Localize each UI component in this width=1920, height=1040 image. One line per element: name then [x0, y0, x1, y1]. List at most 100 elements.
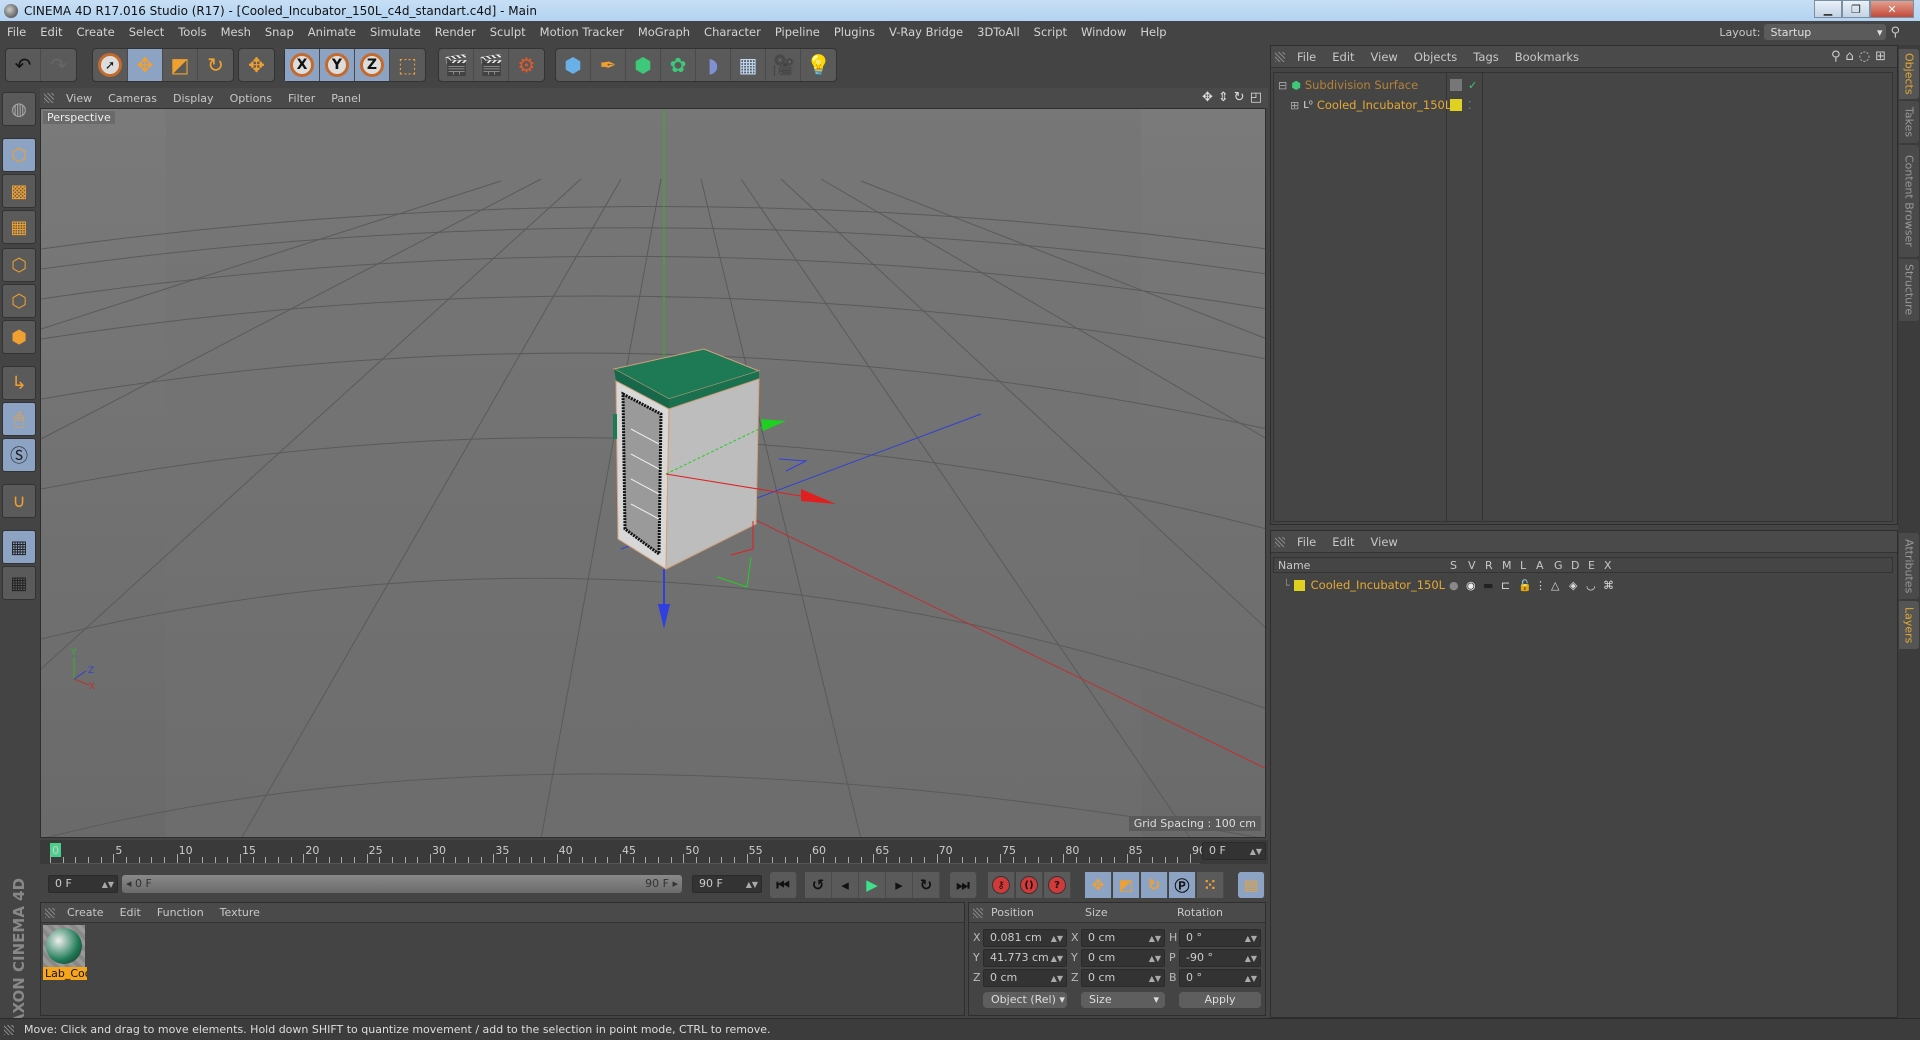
column-deformers[interactable]: D: [1571, 559, 1579, 572]
layer-color-swatch[interactable]: [1293, 579, 1305, 591]
undo-icon[interactable]: ↶: [6, 49, 41, 81]
solo-icon[interactable]: Ⓢ: [2, 438, 36, 472]
select-arrow-icon[interactable]: ➚: [93, 49, 128, 81]
menu-mograph[interactable]: MoGraph: [631, 25, 697, 39]
model-mode-icon[interactable]: ⬡: [2, 138, 36, 172]
apply-button[interactable]: Apply: [1179, 992, 1261, 1008]
key-rotation-toggle[interactable]: ↻: [1141, 872, 1168, 898]
panel-grip[interactable]: [973, 907, 983, 918]
viewport-menu-filter[interactable]: Filter: [280, 92, 323, 105]
column-view[interactable]: V: [1468, 559, 1476, 572]
animation-icon[interactable]: ⋮: [1535, 579, 1546, 592]
menu-motion-tracker[interactable]: Motion Tracker: [533, 25, 631, 39]
texture-mode-icon[interactable]: ▩: [2, 174, 36, 208]
clapper-icon[interactable]: ▬: [1483, 579, 1493, 592]
menu-3dtoall[interactable]: 3DToAll: [970, 25, 1027, 39]
objects-menu-bookmarks[interactable]: Bookmarks: [1507, 50, 1587, 64]
column-animation[interactable]: A: [1536, 559, 1544, 572]
lock-icon[interactable]: 🔓: [1518, 579, 1532, 592]
next-frame-button[interactable]: ▸: [886, 872, 913, 898]
search-icon[interactable]: ⚲: [1831, 49, 1846, 64]
generator-icon[interactable]: △: [1551, 579, 1559, 592]
layer-row[interactable]: └ Cooled_Incubator_150L ● ◉ ▬ ⊏ 🔓 ⋮ △ ◈ …: [1273, 575, 1893, 595]
panel-grip[interactable]: [1275, 51, 1285, 62]
goto-next-key-button[interactable]: ↻: [913, 872, 940, 898]
render-settings-icon[interactable]: ⚙: [509, 49, 544, 81]
timeline-window-button[interactable]: ▤: [1238, 872, 1265, 898]
restore-button[interactable]: ❐: [1842, 0, 1870, 18]
panel-grip[interactable]: [44, 93, 54, 103]
column-name[interactable]: Name: [1278, 559, 1310, 572]
menu-tools[interactable]: Tools: [171, 25, 213, 39]
viewport-menu-cameras[interactable]: Cameras: [100, 92, 165, 105]
column-locked[interactable]: L: [1520, 559, 1526, 572]
dolly-view-icon[interactable]: ⇕: [1218, 90, 1229, 105]
rotation-b-field[interactable]: 0 ° ▲▼: [1179, 969, 1261, 987]
key-parameter-toggle[interactable]: Ⓟ: [1169, 872, 1196, 898]
layers-menu-view[interactable]: View: [1363, 535, 1406, 549]
tab-content-browser[interactable]: Content Browser: [1899, 145, 1919, 257]
timeline-ruler[interactable]: 0 5 10 15 20 25 30 35 40 45 50 55 60 65 70 75 80 85 90: [50, 840, 1206, 864]
menu-script[interactable]: Script: [1027, 25, 1074, 39]
scale-icon[interactable]: ◩: [163, 49, 198, 81]
menu-render[interactable]: Render: [428, 25, 483, 39]
layers-menu-file[interactable]: File: [1289, 535, 1324, 549]
coordinate-system-icon[interactable]: ⬚: [390, 49, 425, 81]
panel-grip[interactable]: [1275, 536, 1285, 547]
redo-icon[interactable]: ↷: [41, 49, 76, 81]
menu-file[interactable]: File: [0, 25, 33, 39]
position-x-field[interactable]: 0.081 cm ▲▼: [983, 929, 1067, 947]
objects-menu-tags[interactable]: Tags: [1465, 50, 1506, 64]
rotation-h-field[interactable]: 0 ° ▲▼: [1179, 929, 1261, 947]
menu-vray-bridge[interactable]: V-Ray Bridge: [882, 25, 970, 39]
render-picture-viewer-icon[interactable]: 🎬: [474, 49, 509, 81]
goto-end-button[interactable]: ⏭: [950, 872, 977, 898]
end-frame-field[interactable]: 90 F ▲▼: [692, 875, 762, 893]
search-icon[interactable]: ⚲: [1890, 25, 1900, 40]
column-manager[interactable]: M: [1502, 559, 1512, 572]
layers-menu-edit[interactable]: Edit: [1324, 535, 1362, 549]
enabled-check-icon[interactable]: ✓: [1468, 79, 1477, 92]
layout-select[interactable]: Startup ▾: [1764, 24, 1887, 40]
material-menu-edit[interactable]: Edit: [112, 906, 149, 919]
tab-attributes[interactable]: Attributes: [1899, 533, 1919, 599]
x-axis-icon[interactable]: X: [285, 49, 320, 81]
polygons-mode-icon[interactable]: ⬢: [2, 320, 36, 354]
xref-icon[interactable]: ⌘: [1603, 579, 1614, 592]
pan-view-icon[interactable]: ✥: [1202, 90, 1213, 105]
column-xref[interactable]: X: [1604, 559, 1612, 572]
workplane-sync-icon[interactable]: ▦: [2, 566, 36, 600]
objects-menu-objects[interactable]: Objects: [1406, 50, 1465, 64]
solo-dot-icon[interactable]: ●: [1449, 579, 1459, 592]
orbit-view-icon[interactable]: ↻: [1234, 90, 1245, 105]
workplane-icon[interactable]: ▦: [2, 210, 36, 244]
play-button[interactable]: ▶: [859, 872, 886, 898]
cube-icon[interactable]: ⬢: [556, 49, 591, 81]
timeline[interactable]: 0 5 10 15 20 25 30 35 40 45 50 55 60 65 70 75 80 85 90 0 F…: [40, 840, 1268, 864]
objects-menu-file[interactable]: File: [1289, 50, 1324, 64]
viewport-menu-view[interactable]: View: [58, 92, 100, 105]
tab-objects[interactable]: Objects: [1899, 49, 1919, 99]
render-view-icon[interactable]: 🎬: [439, 49, 474, 81]
column-solo[interactable]: S: [1450, 559, 1457, 572]
object-row-subdivision-surface[interactable]: ⊟ ⬢ Subdivision Surface ✓: [1274, 75, 1892, 95]
cloner-icon[interactable]: ✿: [661, 49, 696, 81]
floor-icon[interactable]: ▦: [731, 49, 766, 81]
tab-layers[interactable]: Layers: [1899, 601, 1919, 649]
tab-takes[interactable]: Takes: [1899, 101, 1919, 143]
deformer-icon[interactable]: ◈: [1569, 579, 1577, 592]
coordinate-mode-select[interactable]: Object (Rel) ▾: [983, 992, 1067, 1008]
menu-select[interactable]: Select: [122, 25, 171, 39]
collapse-icon[interactable]: ⊟: [1278, 79, 1287, 92]
timeline-current-frame-field[interactable]: 0 F ▲▼: [1202, 842, 1266, 860]
lock-workplane-icon[interactable]: ▦: [2, 530, 36, 564]
material-menu-function[interactable]: Function: [149, 906, 212, 919]
prev-frame-button[interactable]: ◂: [832, 872, 859, 898]
3d-viewport[interactable]: Y X Z Perspective Grid Spacing : 100 cm: [40, 108, 1266, 838]
subdivision-icon[interactable]: ⬢: [626, 49, 661, 81]
snap-icon[interactable]: ∪: [2, 484, 36, 518]
menu-edit[interactable]: Edit: [33, 25, 69, 39]
layer-color-swatch[interactable]: [1450, 99, 1462, 111]
points-mode-icon[interactable]: ⬡: [2, 248, 36, 282]
eye-icon[interactable]: ◉: [1466, 579, 1476, 592]
